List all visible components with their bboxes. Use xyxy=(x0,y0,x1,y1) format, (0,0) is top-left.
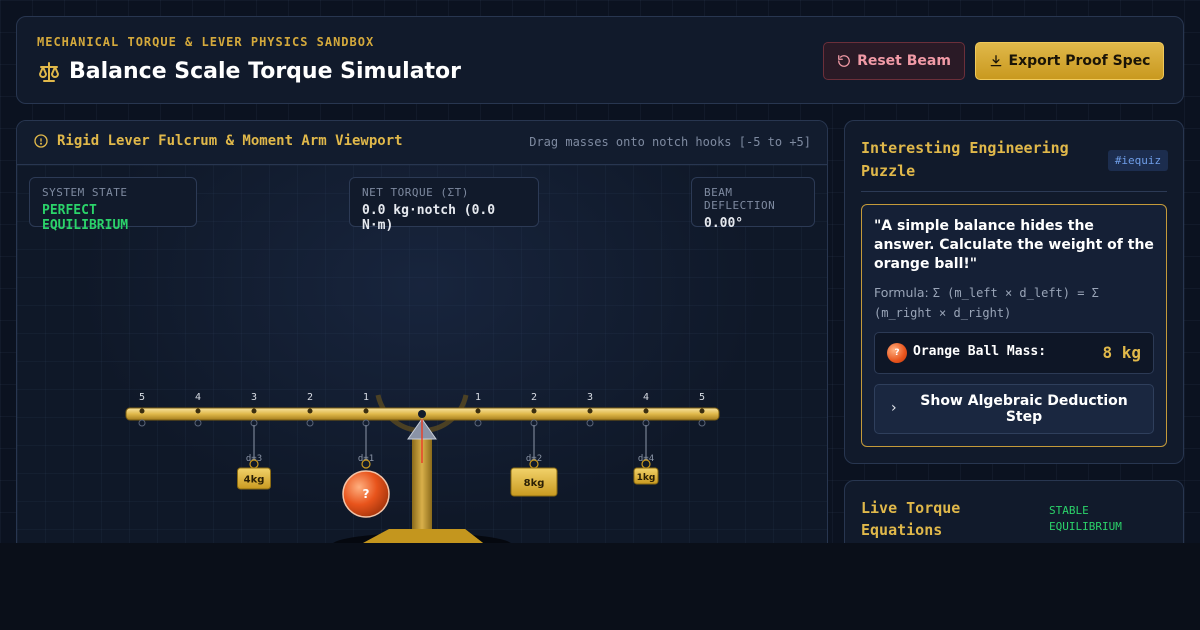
weight-block-label: 1kg xyxy=(637,473,656,483)
viewport-title-text: Rigid Lever Fulcrum & Moment Arm Viewpor… xyxy=(57,133,403,149)
notch-label: 4 xyxy=(195,392,201,403)
orange-ball-mass-label: Orange Ball Mass: xyxy=(913,344,1047,359)
export-proof-button[interactable]: Export Proof Spec xyxy=(975,42,1164,80)
orange-ball-mass-row: ? Orange Ball Mass: 8 kg xyxy=(874,332,1154,374)
mass-distance-label: d=2 xyxy=(526,454,542,464)
title-row: Balance Scale Torque Simulator xyxy=(37,59,461,84)
export-proof-label: Export Proof Spec xyxy=(1008,53,1151,69)
orange-ball-icon: ? xyxy=(887,343,907,363)
hanging-mass[interactable]: d=2 8kg xyxy=(510,425,558,497)
notch-label: 2 xyxy=(307,392,313,403)
notch-mark xyxy=(251,408,257,414)
hanging-mass[interactable]: d=4 1kg xyxy=(633,425,659,485)
quiz-question: "A simple balance hides the answer. Calc… xyxy=(874,218,1154,272)
notch-mark xyxy=(307,408,313,414)
viewport-hint: Drag masses onto notch hooks [-5 to +5] xyxy=(529,135,811,149)
notch-label: 4 xyxy=(643,392,649,403)
quiz-formula: Formula: Σ (m_left × d_left) = Σ (m_righ… xyxy=(874,283,1156,323)
mass-distance-label: d=3 xyxy=(246,454,262,464)
notch-label: 1 xyxy=(475,392,481,403)
notch-mark xyxy=(531,408,537,414)
notch-mark xyxy=(363,408,369,414)
base-trapezoid xyxy=(363,529,483,543)
orange-ball-mass-value: 8 kg xyxy=(1102,343,1141,362)
notch-hook[interactable] xyxy=(194,419,202,427)
info-icon xyxy=(34,134,48,148)
mass-distance-label: d=4 xyxy=(638,454,654,464)
notch-mark xyxy=(699,408,705,414)
notch-label: 5 xyxy=(699,392,705,403)
page-title: Balance Scale Torque Simulator xyxy=(69,59,462,84)
puzzle-title: Interesting Engineering Puzzle xyxy=(861,139,1069,180)
weight-block-label: 4kg xyxy=(244,475,265,486)
show-deduction-button[interactable]: › Show Algebraic Deduction Step xyxy=(874,384,1154,434)
notch-label: 3 xyxy=(587,392,593,403)
weight-block-label: 8kg xyxy=(524,478,545,489)
viewport-header: Rigid Lever Fulcrum & Moment Arm Viewpor… xyxy=(17,121,827,165)
puzzle-tag[interactable]: #iequiz xyxy=(1108,150,1168,171)
pivot-pin xyxy=(418,410,426,418)
hanging-mass[interactable]: d=1? xyxy=(342,425,390,518)
notch-mark xyxy=(139,408,145,414)
notch-hook[interactable] xyxy=(138,419,146,427)
viewport-title: Rigid Lever Fulcrum & Moment Arm Viewpor… xyxy=(33,133,403,149)
scale-icon xyxy=(39,61,59,82)
puzzle-divider xyxy=(861,191,1167,192)
orange-ball-label: ? xyxy=(363,487,370,501)
notch-label: 1 xyxy=(363,392,369,403)
notch-mark xyxy=(195,408,201,414)
notch-hook[interactable] xyxy=(306,419,314,427)
hanging-mass[interactable]: d=3 4kg xyxy=(237,425,271,490)
chevron-right-icon: › xyxy=(891,400,897,416)
live-torque-title: Live Torque Equations xyxy=(861,499,961,539)
notch-label: 5 xyxy=(139,392,145,403)
notch-hook[interactable] xyxy=(586,419,594,427)
reset-beam-label: Reset Beam xyxy=(857,53,951,69)
bottom-bar xyxy=(0,543,1200,630)
notch-label: 2 xyxy=(531,392,537,403)
notch-label: 3 xyxy=(251,392,257,403)
notch-hook[interactable] xyxy=(474,419,482,427)
show-deduction-label: Show Algebraic Deduction Step xyxy=(920,393,1128,425)
reset-icon xyxy=(838,55,850,67)
mass-distance-label: d=1 xyxy=(358,454,374,464)
notch-mark xyxy=(643,408,649,414)
notch-mark xyxy=(475,408,481,414)
app-header: MECHANICAL TORQUE & LEVER PHYSICS SANDBO… xyxy=(16,16,1184,104)
reset-beam-button[interactable]: Reset Beam xyxy=(823,42,965,80)
download-icon xyxy=(990,55,1001,67)
engineering-puzzle-panel: Interesting Engineering Puzzle #iequiz "… xyxy=(844,120,1184,464)
notch-hook[interactable] xyxy=(698,419,706,427)
notch-mark xyxy=(587,408,593,414)
live-torque-status: STABLE EQUILIBRIUM xyxy=(1049,504,1122,533)
formula-prefix: Formula: xyxy=(874,285,933,300)
quiz-card: "A simple balance hides the answer. Calc… xyxy=(861,204,1167,447)
app-eyebrow: MECHANICAL TORQUE & LEVER PHYSICS SANDBO… xyxy=(37,35,375,49)
lever-viewport-panel: Rigid Lever Fulcrum & Moment Arm Viewpor… xyxy=(16,120,828,560)
simulation-canvas[interactable]: SYSTEM STATE PERFECT EQUILIBRIUM NET TOR… xyxy=(17,165,827,559)
lever-scene: 5 4 3 2 1 1 2 3 4 5 d=3 4kg d=1? d=2 8kg d=4 1kg xyxy=(125,392,720,557)
